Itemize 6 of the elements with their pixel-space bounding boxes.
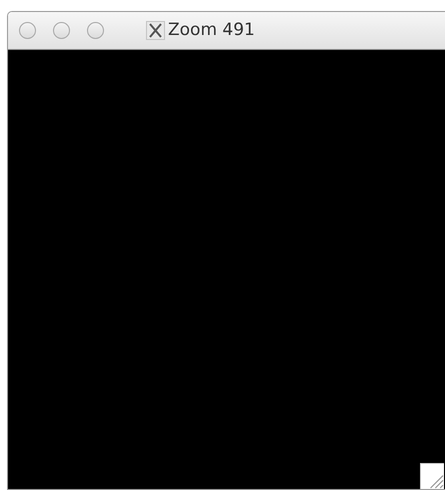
zoom-button[interactable] (87, 22, 104, 39)
minimize-button[interactable] (53, 22, 70, 39)
window-title: Zoom 491 (168, 18, 255, 42)
close-button[interactable] (19, 22, 36, 39)
app-icon (146, 21, 165, 40)
resize-grip-icon[interactable] (420, 463, 444, 489)
